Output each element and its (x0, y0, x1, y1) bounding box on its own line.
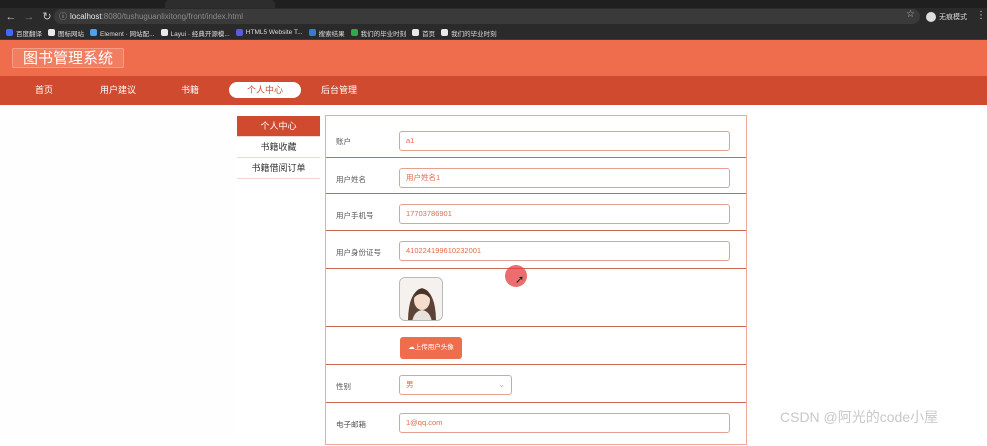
bookmark-favicon-icon (6, 29, 13, 36)
bookmark-item[interactable]: 搜索结果 (308, 28, 345, 38)
side-item-book-favorites[interactable]: 书籍收藏 (237, 137, 320, 158)
page-background (0, 105, 237, 434)
form-row-avatar (326, 269, 746, 327)
bookmark-item[interactable]: Element · 网站配... (90, 28, 155, 38)
bookmark-item[interactable]: 首页 (412, 28, 435, 38)
nav-user-suggestions[interactable]: 用户建议 (94, 82, 142, 98)
bookmark-label: 我们的毕业时刻 (360, 30, 407, 38)
form-row-email: 电子邮箱 1@qq.com (326, 403, 746, 446)
watermark: CSDN @阿光的code小屋 (780, 409, 939, 425)
side-item-borrow-orders[interactable]: 书籍借阅订单 (237, 158, 320, 179)
side-item-personal-center[interactable]: 个人中心 (237, 116, 320, 137)
form-row-upload (326, 327, 746, 365)
bookmark-item[interactable]: 我们的毕业时刻 (441, 28, 497, 38)
browser-tab[interactable] (40, 0, 160, 8)
phone-label: 用户手机号 (336, 211, 374, 220)
bookmark-label: 图标网站 (58, 30, 84, 38)
bookmark-favicon-icon (48, 29, 55, 36)
upload-avatar-button[interactable]: ☁上传用户头像 (400, 337, 462, 359)
bookmark-label: 首页 (422, 30, 436, 38)
account-input[interactable]: a1 (399, 131, 730, 151)
user-avatar[interactable] (399, 277, 443, 321)
name-input[interactable]: 用户姓名1 (399, 168, 730, 188)
bookmark-label: Element · 网站配... (100, 30, 155, 38)
main-navbar: 首页 用户建议 书籍 个人中心 后台管理 (0, 76, 987, 105)
url-path: :8080/tushuguanlixitong/front/index.html (101, 12, 244, 21)
nav-home[interactable]: 首页 (24, 82, 64, 98)
bookmark-star-icon[interactable]: ☆ (906, 9, 915, 20)
bookmark-label: 搜索结果 (318, 30, 345, 38)
chevron-down-icon: ⌄ (498, 380, 505, 389)
bookmark-item[interactable]: 我们的毕业时刻 (350, 28, 407, 38)
form-row-phone: 用户手机号 17703786901 (326, 194, 746, 231)
browser-tab-active[interactable] (165, 0, 275, 8)
side-menu: 个人中心 书籍收藏 书籍借阅订单 (237, 116, 320, 179)
forward-icon[interactable]: → (22, 10, 36, 24)
bookmark-label: HTML5 Website T... (245, 29, 303, 36)
info-icon[interactable]: ⓘ (59, 9, 67, 24)
browser-menu-icon[interactable]: ⋮ (976, 10, 986, 21)
bookmark-favicon-icon (235, 29, 243, 36)
upload-avatar-label: 上传用户头像 (414, 344, 454, 351)
form-row-idcard: 用户身份证号 410224199610232001 (326, 231, 746, 269)
bookmark-item[interactable]: 图标网站 (48, 28, 84, 38)
browser-tab[interactable] (280, 0, 400, 8)
incognito-icon (926, 11, 936, 22)
account-label: 账户 (336, 137, 351, 146)
bookmark-favicon-icon (160, 29, 168, 36)
form-row-account: 账户 a1 (326, 116, 746, 158)
profile-label: 无痕模式 (939, 13, 967, 21)
site-logo[interactable]: 图书管理系统 (12, 48, 125, 68)
nav-admin[interactable]: 后台管理 (318, 82, 360, 98)
gender-select[interactable]: 男 ⌄ (399, 375, 512, 395)
browser-tab-strip (0, 0, 987, 8)
incognito-profile[interactable]: 无痕模式 (926, 9, 967, 24)
bookmark-item[interactable]: 百度翻译 (6, 28, 42, 38)
gender-label: 性别 (336, 382, 351, 391)
form-row-name: 用户姓名 用户姓名1 (326, 158, 746, 194)
bookmarks-bar: 百度翻译 图标网站 Element · 网站配... Layui · 经典开源模...… (0, 26, 987, 40)
reload-icon[interactable]: ↻ (40, 10, 54, 24)
bookmark-item[interactable]: Layui · 经典开源模... (160, 28, 230, 38)
bookmark-item[interactable]: HTML5 Website T... (235, 29, 303, 36)
phone-input[interactable]: 17703786901 (399, 204, 730, 224)
nav-personal-center[interactable]: 个人中心 (229, 82, 301, 98)
email-label: 电子邮箱 (336, 420, 366, 429)
email-input[interactable]: 1@qq.com (399, 413, 730, 433)
avatar-portrait-icon (400, 278, 442, 320)
form-row-gender: 性别 (326, 365, 746, 403)
bookmark-favicon-icon (308, 29, 316, 36)
gender-value: 男 (406, 380, 414, 389)
address-bar-row: ← → ↻ ⓘ localhost:8080/tushuguanlixitong… (0, 8, 987, 26)
site-header (0, 40, 987, 76)
bookmark-label: 百度翻译 (16, 30, 42, 38)
url-field[interactable]: ⓘ localhost:8080/tushuguanlixitong/front… (54, 9, 920, 24)
profile-form-panel: 账户 a1 用户姓名 用户姓名1 用户手机号 17703786901 用户身份证… (325, 115, 747, 445)
bookmark-favicon-icon (441, 29, 449, 36)
bookmark-favicon-icon (90, 29, 97, 36)
mouse-cursor-icon: ➚ (515, 274, 525, 286)
bookmark-favicon-icon (350, 29, 358, 36)
idcard-input[interactable]: 410224199610232001 (399, 241, 730, 261)
name-label: 用户姓名 (336, 175, 366, 184)
url-host: localhost (70, 12, 102, 21)
bookmark-label: 我们的毕业时刻 (451, 30, 497, 38)
nav-books[interactable]: 书籍 (174, 82, 206, 98)
back-icon[interactable]: ← (4, 10, 18, 24)
bookmark-favicon-icon (412, 29, 420, 36)
idcard-label: 用户身份证号 (336, 248, 381, 257)
bookmark-label: Layui · 经典开源模... (170, 30, 230, 38)
